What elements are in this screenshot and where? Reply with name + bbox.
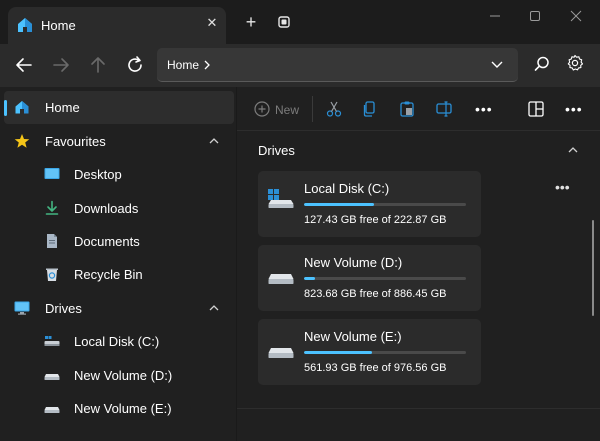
desktop-icon — [44, 168, 60, 179]
new-tab-button[interactable]: + — [243, 13, 259, 31]
new-plus-icon[interactable] — [253, 100, 271, 118]
drive-card-d[interactable]: New Volume (D:) 823.68 GB free of 886.45… — [258, 245, 481, 311]
drive-icon — [44, 407, 60, 413]
system-drive-icon — [44, 336, 60, 346]
sidebar-item-home[interactable]: Home — [4, 91, 234, 124]
new-button-label[interactable]: New — [275, 103, 299, 117]
drive-usage-fill — [304, 351, 373, 354]
drive-usage-fill — [304, 277, 316, 280]
sidebar-item-favourites[interactable]: Favourites — [0, 125, 236, 158]
toolbar-separator — [312, 96, 313, 122]
recycle-bin-icon — [46, 268, 58, 281]
refresh-icon[interactable] — [124, 54, 146, 76]
home-icon — [18, 18, 32, 32]
sidebar-item-recycle-bin[interactable]: Recycle Bin — [0, 258, 236, 291]
sidebar-item-new-volume-d[interactable]: New Volume (D:) — [0, 359, 236, 392]
section-more-icon[interactable]: ••• — [555, 180, 570, 194]
sidebar-item-label: New Volume (E:) — [74, 401, 172, 416]
paste-icon[interactable] — [398, 100, 416, 118]
drive-usage-bar — [304, 203, 466, 206]
drive-icon — [268, 274, 294, 284]
title-bar: Home ✕ + — [0, 0, 600, 44]
system-drive-icon — [268, 189, 294, 208]
drive-usage-bar — [304, 351, 466, 354]
vertical-scrollbar[interactable] — [592, 220, 594, 316]
drive-card-e[interactable]: New Volume (E:) 561.93 GB free of 976.56… — [258, 319, 481, 385]
more-options-icon[interactable]: ••• — [475, 102, 493, 116]
sidebar-item-label: Recycle Bin — [74, 267, 143, 282]
sidebar: Home Favourites Desktop Downloads Docume… — [0, 87, 236, 441]
tab-overview-icon[interactable] — [278, 16, 290, 28]
address-bar[interactable]: Home — [157, 48, 518, 82]
sidebar-item-downloads[interactable]: Downloads — [0, 192, 236, 225]
chevron-down-icon[interactable] — [490, 59, 504, 71]
sidebar-item-label: Drives — [45, 301, 82, 316]
layout-icon[interactable] — [527, 100, 545, 118]
forward-arrow-icon[interactable] — [50, 54, 72, 76]
drive-usage-bar — [304, 277, 466, 280]
gear-icon[interactable] — [566, 54, 584, 72]
up-arrow-icon[interactable] — [87, 54, 109, 76]
download-icon — [45, 200, 59, 215]
sidebar-item-new-volume-e[interactable]: New Volume (E:) — [0, 392, 236, 425]
drive-name: Local Disk (C:) — [304, 181, 390, 196]
chevron-up-icon[interactable] — [208, 136, 220, 146]
chevron-up-icon[interactable] — [208, 303, 220, 313]
main-content: New ••• ••• Drives ••• Local Disk (C:) 1… — [237, 87, 600, 441]
more-options-icon[interactable]: ••• — [565, 102, 583, 116]
sidebar-item-label: Home — [45, 100, 80, 115]
drive-card-c[interactable]: Local Disk (C:) 127.43 GB free of 222.87… — [258, 171, 481, 237]
drive-name: New Volume (E:) — [304, 329, 402, 344]
close-window-icon[interactable] — [568, 8, 584, 24]
address-text[interactable]: Home — [167, 58, 199, 72]
sidebar-item-documents[interactable]: Documents — [0, 225, 236, 258]
sidebar-item-desktop[interactable]: Desktop — [0, 158, 236, 191]
chevron-right-icon[interactable] — [203, 59, 211, 71]
chevron-up-icon[interactable] — [567, 145, 579, 155]
maximize-icon[interactable] — [527, 8, 543, 24]
drive-icon — [268, 348, 294, 358]
close-tab-icon[interactable]: ✕ — [204, 15, 220, 31]
cut-icon[interactable] — [325, 100, 343, 118]
copy-icon[interactable] — [361, 100, 379, 118]
document-icon — [47, 234, 57, 248]
minimize-icon[interactable] — [487, 8, 503, 24]
search-icon[interactable] — [533, 55, 551, 73]
active-indicator — [4, 100, 7, 116]
tab-title: Home — [41, 18, 76, 33]
sidebar-item-label: Favourites — [45, 134, 106, 149]
sidebar-item-drives[interactable]: Drives — [0, 292, 236, 325]
sidebar-item-local-disk-c[interactable]: Local Disk (C:) — [0, 325, 236, 358]
sidebar-item-label: Local Disk (C:) — [74, 334, 160, 349]
back-arrow-icon[interactable] — [13, 54, 35, 76]
rename-icon[interactable] — [435, 100, 453, 118]
drive-free-space: 561.93 GB free of 976.56 GB — [304, 362, 447, 374]
tab-home[interactable]: Home ✕ — [8, 7, 226, 44]
sidebar-item-label: Downloads — [74, 201, 139, 216]
status-divider — [237, 408, 600, 409]
drive-usage-fill — [304, 203, 374, 206]
drive-free-space: 127.43 GB free of 222.87 GB — [304, 214, 447, 226]
star-icon — [14, 134, 30, 148]
sidebar-item-label: Documents — [74, 234, 140, 249]
navigation-bar: Home — [0, 44, 600, 87]
sidebar-item-label: Desktop — [74, 167, 122, 182]
drive-name: New Volume (D:) — [304, 255, 403, 270]
drive-icon — [44, 374, 60, 380]
sidebar-item-label: New Volume (D:) — [74, 368, 173, 383]
drives-section-title[interactable]: Drives — [258, 143, 295, 158]
monitor-icon — [14, 301, 30, 315]
drive-free-space: 823.68 GB free of 886.45 GB — [304, 288, 447, 300]
command-bar: New ••• ••• — [237, 87, 600, 131]
home-icon — [15, 101, 29, 114]
